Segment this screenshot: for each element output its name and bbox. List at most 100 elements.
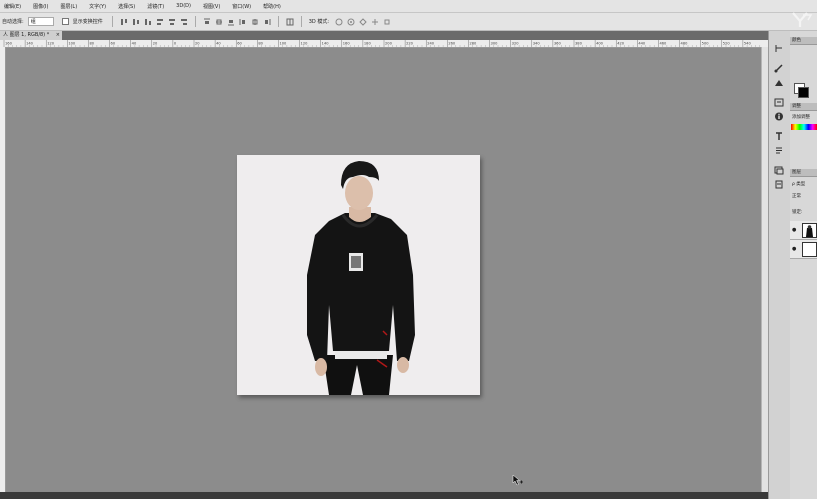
ruler-label: 480 — [681, 42, 689, 46]
ruler-label: 160 — [5, 42, 13, 46]
align-left-icon[interactable] — [156, 18, 164, 26]
ruler-label: 80 — [89, 42, 94, 46]
auto-select-label: 自动选择: — [2, 19, 24, 25]
vertical-ruler[interactable] — [0, 47, 6, 495]
document-tab-bar: 人 图层 1, RGB/8) * × — [0, 31, 768, 40]
brush-icon[interactable] — [773, 63, 785, 73]
horizontal-ruler[interactable]: 160 140 120 100 80 60 40 20 0 20 40 60 80 100 120 140 16… — [0, 40, 768, 48]
distribute-left-icon[interactable] — [239, 18, 247, 26]
align-bottom-icon[interactable] — [144, 18, 152, 26]
ruler-label: 120 — [301, 42, 309, 46]
blend-mode-select[interactable]: 正常 — [792, 193, 801, 199]
3d-mode-label: 3D 模式: — [308, 19, 330, 25]
3d-roll-icon[interactable] — [347, 18, 355, 26]
menu-bar: 编辑(E) 图像(I) 图层(L) 文字(Y) 选择(S) 滤镜(T) 3D(D… — [0, 0, 817, 13]
ruler-label: 540 — [744, 42, 752, 46]
watermark-logo-icon — [792, 12, 813, 27]
auto-select-dropdown[interactable]: 组 — [27, 17, 54, 26]
layer-thumbnail — [802, 242, 817, 257]
3d-rotate-icon[interactable] — [335, 18, 343, 26]
eye-icon[interactable]: ● — [792, 246, 796, 252]
menu-image[interactable]: 图像(I) — [33, 3, 48, 10]
ruler-label: 300 — [491, 42, 499, 46]
right-panels: 颜色 调整 添加调整 图层 ρ 类型 正常 锁定: ● ● — [790, 31, 817, 499]
align-top-icon[interactable] — [120, 18, 128, 26]
distribute-bottom-icon[interactable] — [227, 18, 235, 26]
eye-icon[interactable]: ● — [792, 227, 796, 233]
options-bar: 自动选择: 组 显示变换控件 3D 模式: — [0, 13, 817, 31]
paragraph-icon[interactable] — [773, 145, 785, 155]
ruler-label: 100 — [68, 42, 76, 46]
distribute-vcenter-icon[interactable] — [215, 18, 223, 26]
ruler-label: 320 — [512, 42, 520, 46]
ruler-label: 500 — [702, 42, 710, 46]
ruler-label: 520 — [723, 42, 731, 46]
divider — [277, 16, 279, 27]
ruler-label: 400 — [596, 42, 604, 46]
document-canvas[interactable] — [237, 155, 480, 395]
ruler-label: 80 — [258, 42, 263, 46]
ruler-label: 380 — [575, 42, 583, 46]
distribute-top-icon[interactable] — [203, 18, 211, 26]
add-adjustment-label: 添加调整 — [792, 115, 810, 120]
adjustments-panel-tab[interactable]: 调整 — [790, 103, 817, 111]
3d-pan-icon[interactable] — [359, 17, 367, 26]
layer-comps-icon[interactable] — [773, 165, 785, 175]
ruler-ticks: 160 140 120 100 80 60 40 20 0 20 40 60 80 100 120 140 16… — [3, 40, 760, 47]
cursor-arrow-icon — [512, 474, 523, 486]
color-spectrum[interactable] — [791, 124, 817, 130]
ruler-label: 220 — [406, 42, 414, 46]
background-swatch[interactable] — [798, 87, 809, 98]
close-tab-icon[interactable]: × — [56, 31, 60, 40]
ruler-label: 420 — [617, 42, 625, 46]
ruler-label: 60 — [237, 42, 242, 46]
ruler-label: 440 — [638, 42, 646, 46]
horizontal-scrollbar[interactable] — [0, 492, 768, 499]
show-transform-checkbox[interactable] — [61, 18, 69, 25]
ruler-label: 20 — [153, 42, 158, 46]
menu-type[interactable]: 文字(Y) — [89, 3, 106, 10]
menu-window[interactable]: 窗口(W) — [232, 3, 251, 10]
clone-source-icon[interactable] — [773, 77, 785, 87]
document-tab[interactable]: 人 图层 1, RGB/8) * × — [0, 31, 62, 40]
character-icon[interactable] — [773, 131, 785, 141]
history-icon[interactable] — [773, 43, 785, 53]
ruler-label: 240 — [427, 42, 435, 46]
properties-icon[interactable] — [773, 97, 785, 107]
auto-align-icon[interactable] — [286, 18, 294, 26]
distribute-hcenter-icon[interactable] — [251, 18, 259, 26]
color-panel-tab[interactable]: 颜色 — [790, 37, 817, 45]
menu-3d[interactable]: 3D(D) — [176, 3, 191, 9]
ruler-label: 0 — [174, 42, 177, 46]
ruler-label: 140 — [322, 42, 330, 46]
layers-panel-tab[interactable]: 图层 — [790, 169, 817, 177]
layer-thumbnail — [802, 223, 817, 238]
menu-filter[interactable]: 滤镜(T) — [147, 3, 164, 10]
ruler-label: 140 — [26, 42, 34, 46]
layer-kind-filter[interactable]: ρ 类型 — [792, 181, 805, 187]
ruler-label: 460 — [659, 42, 667, 46]
ruler-label: 360 — [554, 42, 562, 46]
menu-layer[interactable]: 图层(L) — [60, 3, 77, 10]
menu-help[interactable]: 帮助(H) — [263, 3, 281, 10]
layer-row[interactable]: ● — [790, 240, 817, 259]
align-vcenter-icon[interactable] — [132, 18, 140, 26]
menu-select[interactable]: 选择(S) — [118, 3, 135, 10]
distribute-right-icon[interactable] — [263, 18, 271, 26]
divider — [194, 16, 196, 27]
ruler-label: 100 — [279, 42, 287, 46]
ruler-label: 20 — [195, 42, 200, 46]
3d-slide-icon[interactable] — [371, 18, 379, 26]
lock-label: 锁定: — [792, 210, 803, 215]
info-icon[interactable] — [773, 111, 785, 121]
layer-row[interactable]: ● — [790, 221, 817, 240]
align-right-icon[interactable] — [180, 18, 188, 26]
align-hcenter-icon[interactable] — [168, 18, 176, 26]
tool-presets-icon[interactable] — [773, 179, 785, 189]
menu-edit[interactable]: 编辑(E) — [4, 3, 21, 10]
3d-scale-icon[interactable] — [383, 18, 391, 26]
menu-view[interactable]: 视图(V) — [203, 3, 220, 10]
model-photo — [307, 161, 415, 395]
ruler-label: 200 — [385, 42, 393, 46]
ruler-label: 40 — [216, 42, 221, 46]
